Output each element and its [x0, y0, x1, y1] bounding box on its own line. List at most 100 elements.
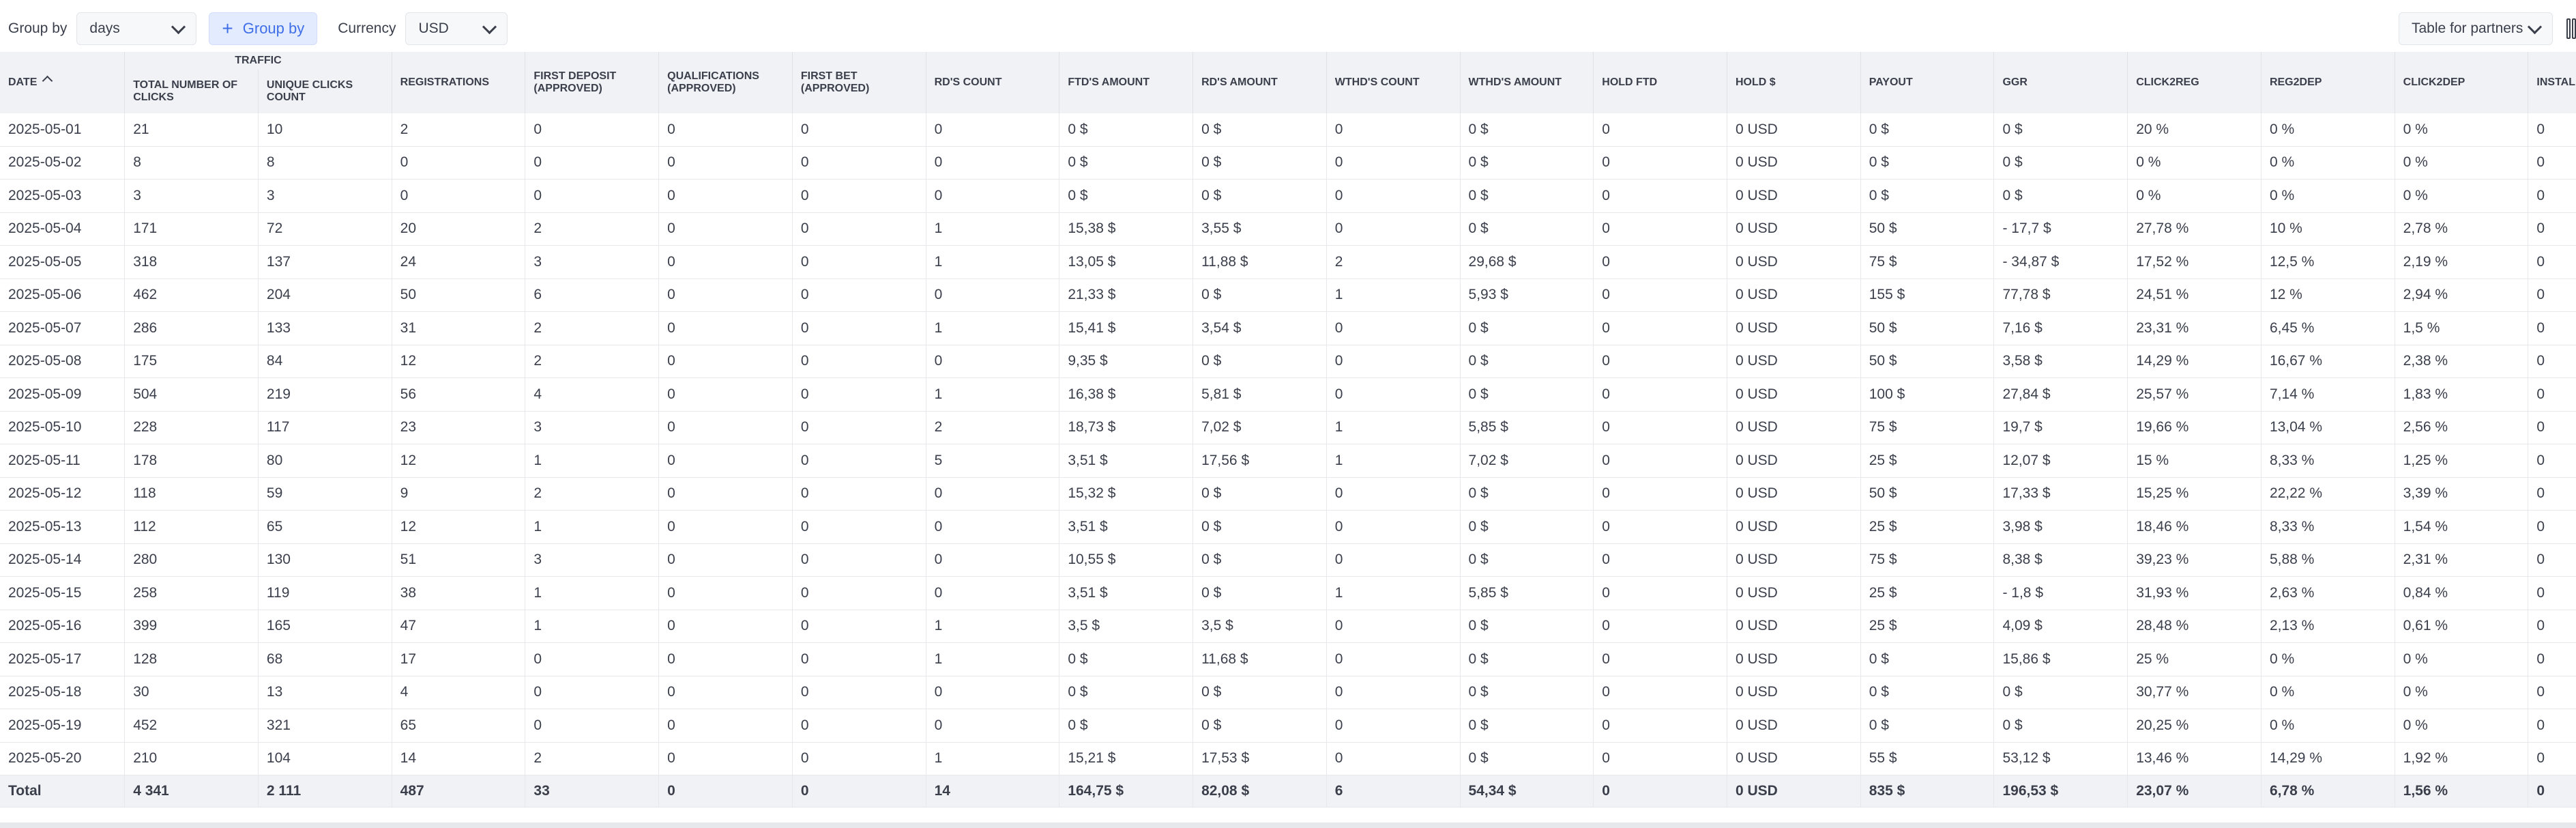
table-cell: 2,94 %: [2395, 279, 2529, 312]
table-cell: 2: [525, 477, 660, 511]
table-cell: 50 $: [1860, 212, 1995, 246]
table-cell: 0 $: [1059, 676, 1194, 709]
col-hold-usd[interactable]: HOLD $: [1727, 52, 1861, 113]
table-cell: 104: [258, 742, 392, 775]
table-cell: 117: [258, 411, 392, 444]
table-cell: 10,55 $: [1059, 543, 1194, 577]
toolbar: Group by days + Group by Currency USD Ta…: [0, 0, 2576, 57]
table-cell: 11,68 $: [1192, 642, 1327, 676]
col-wthds-count[interactable]: WTHD'S COUNT: [1326, 52, 1461, 113]
columns-icon[interactable]: [2566, 18, 2576, 39]
table-cell: 1: [926, 311, 1060, 345]
table-cell: 2025-05-14: [0, 543, 126, 577]
table-cell: 0: [926, 543, 1060, 577]
add-group-by-button[interactable]: + Group by: [209, 12, 318, 45]
table-cell: 5,85 $: [1460, 411, 1594, 444]
total-cell: 1,56 %: [2395, 775, 2529, 808]
table-cell: 0: [658, 245, 793, 279]
table-cell: 2025-05-06: [0, 279, 126, 312]
col-rds-amount[interactable]: RD'S AMOUNT: [1192, 52, 1327, 113]
plus-icon: +: [222, 18, 233, 39]
table-cell: 0: [2528, 345, 2576, 378]
col-click2dep[interactable]: CLICK2DEP: [2395, 52, 2529, 113]
table-cell: 0 %: [2395, 709, 2529, 743]
table-cell: 321: [258, 709, 392, 743]
table-cell: 130: [258, 543, 392, 577]
table-cell: - 17,7 $: [1993, 212, 2128, 246]
col-payout[interactable]: PAYOUT: [1860, 52, 1995, 113]
col-install[interactable]: INSTALL: [2528, 52, 2576, 113]
table-cell: 0: [1593, 543, 1727, 577]
table-cell: 219: [258, 377, 392, 412]
table-cell: 2: [525, 311, 660, 345]
table-cell: 0: [392, 179, 526, 213]
table-cell: 18,46 %: [2127, 510, 2262, 544]
table-cell: 0 $: [1059, 642, 1194, 676]
currency-select[interactable]: USD: [405, 12, 508, 45]
col-first-bet[interactable]: FIRST BET (APPROVED): [792, 52, 926, 113]
table-cell: 19,7 $: [1993, 411, 2128, 444]
table-cell: 0: [926, 576, 1060, 610]
table-cell: 0: [792, 245, 926, 279]
table-cell: 0: [792, 543, 926, 577]
table-cell: 15,86 $: [1993, 642, 2128, 676]
table-cell: 0: [2528, 676, 2576, 709]
chevron-down-icon: [2527, 19, 2543, 34]
table-cell: 12: [392, 444, 526, 478]
group-traffic: TRAFFIC: [124, 52, 392, 70]
table-cell: 1,92 %: [2395, 742, 2529, 775]
table-cell: 0: [2528, 411, 2576, 444]
total-cell: 196,53 $: [1993, 775, 2128, 808]
table-cell: 0: [2528, 543, 2576, 577]
col-rds-count[interactable]: RD'S COUNT: [926, 52, 1060, 113]
table-cell: 39,23 %: [2127, 543, 2262, 577]
col-date[interactable]: DATE: [0, 52, 126, 113]
total-cell: 54,34 $: [1460, 775, 1594, 808]
table-cell: 20: [392, 212, 526, 246]
col-wthds-amount[interactable]: WTHD'S AMOUNT: [1460, 52, 1594, 113]
table-cell: 0: [2528, 279, 2576, 312]
col-unique-clicks[interactable]: UNIQUE CLICKS COUNT: [258, 70, 392, 113]
group-by-value: days: [89, 20, 120, 36]
col-ftds-amount[interactable]: FTD'S AMOUNT: [1059, 52, 1194, 113]
table-for-value: Table for partners: [2412, 20, 2523, 36]
table-cell: 0 $: [1860, 709, 1995, 743]
table-cell: 3,51 $: [1059, 510, 1194, 544]
table-cell: 5,88 %: [2261, 543, 2395, 577]
table-cell: 0: [1593, 444, 1727, 478]
table-row: 2025-05-20 210 104 14 2 0 0 1 15,21 $17,53 $0 0 $…: [0, 742, 2576, 775]
table-cell: 0 $: [1192, 113, 1327, 147]
col-total-clicks[interactable]: TOTAL NUMBER OF CLICKS: [124, 70, 259, 113]
col-first-deposit[interactable]: FIRST DEPOSIT (APPROVED): [525, 52, 660, 113]
table-cell: 0 %: [2261, 676, 2395, 709]
col-reg2dep[interactable]: REG2DEP: [2261, 52, 2395, 113]
col-qualifications[interactable]: QUALIFICATIONS (APPROVED): [658, 52, 793, 113]
col-click2reg[interactable]: CLICK2REG: [2127, 52, 2262, 113]
table-cell: 0 USD: [1727, 345, 1861, 378]
col-registrations[interactable]: REGISTRATIONS: [392, 52, 526, 113]
table-cell: 50 $: [1860, 477, 1995, 511]
table-cell: 38: [392, 576, 526, 610]
table-cell: 0 $: [1993, 113, 2128, 147]
col-hold-ftd[interactable]: HOLD FTD: [1593, 52, 1727, 113]
horizontal-scrollbar[interactable]: [0, 823, 2576, 828]
total-cell: 835 $: [1860, 775, 1995, 808]
table-cell: 0 %: [2395, 146, 2529, 180]
col-ggr[interactable]: GGR: [1993, 52, 2128, 113]
group-by-select[interactable]: days: [76, 12, 197, 45]
table-cell: 14: [392, 742, 526, 775]
table-cell: 21,33 $: [1059, 279, 1194, 312]
table-cell: 0: [658, 610, 793, 643]
table-cell: 0: [1593, 676, 1727, 709]
table-cell: 0: [658, 576, 793, 610]
table-row: 2025-05-14 280 130 51 3 0 0 0 10,55 $0 $0 0 $0 0 U…: [0, 543, 2576, 577]
table-for-select[interactable]: Table for partners: [2399, 12, 2553, 45]
total-cell: 33: [525, 775, 660, 808]
table-row: 2025-05-13 112 65 12 1 0 0 0 3,51 $0 $0 0 $0 0 USD…: [0, 510, 2576, 544]
table-cell: 0: [658, 146, 793, 180]
table-cell: 0: [1326, 377, 1461, 412]
table-cell: 0 $: [1192, 279, 1327, 312]
table-cell: 59: [258, 477, 392, 511]
table-cell: 0 $: [1860, 113, 1995, 147]
table-cell: 0 $: [1993, 676, 2128, 709]
